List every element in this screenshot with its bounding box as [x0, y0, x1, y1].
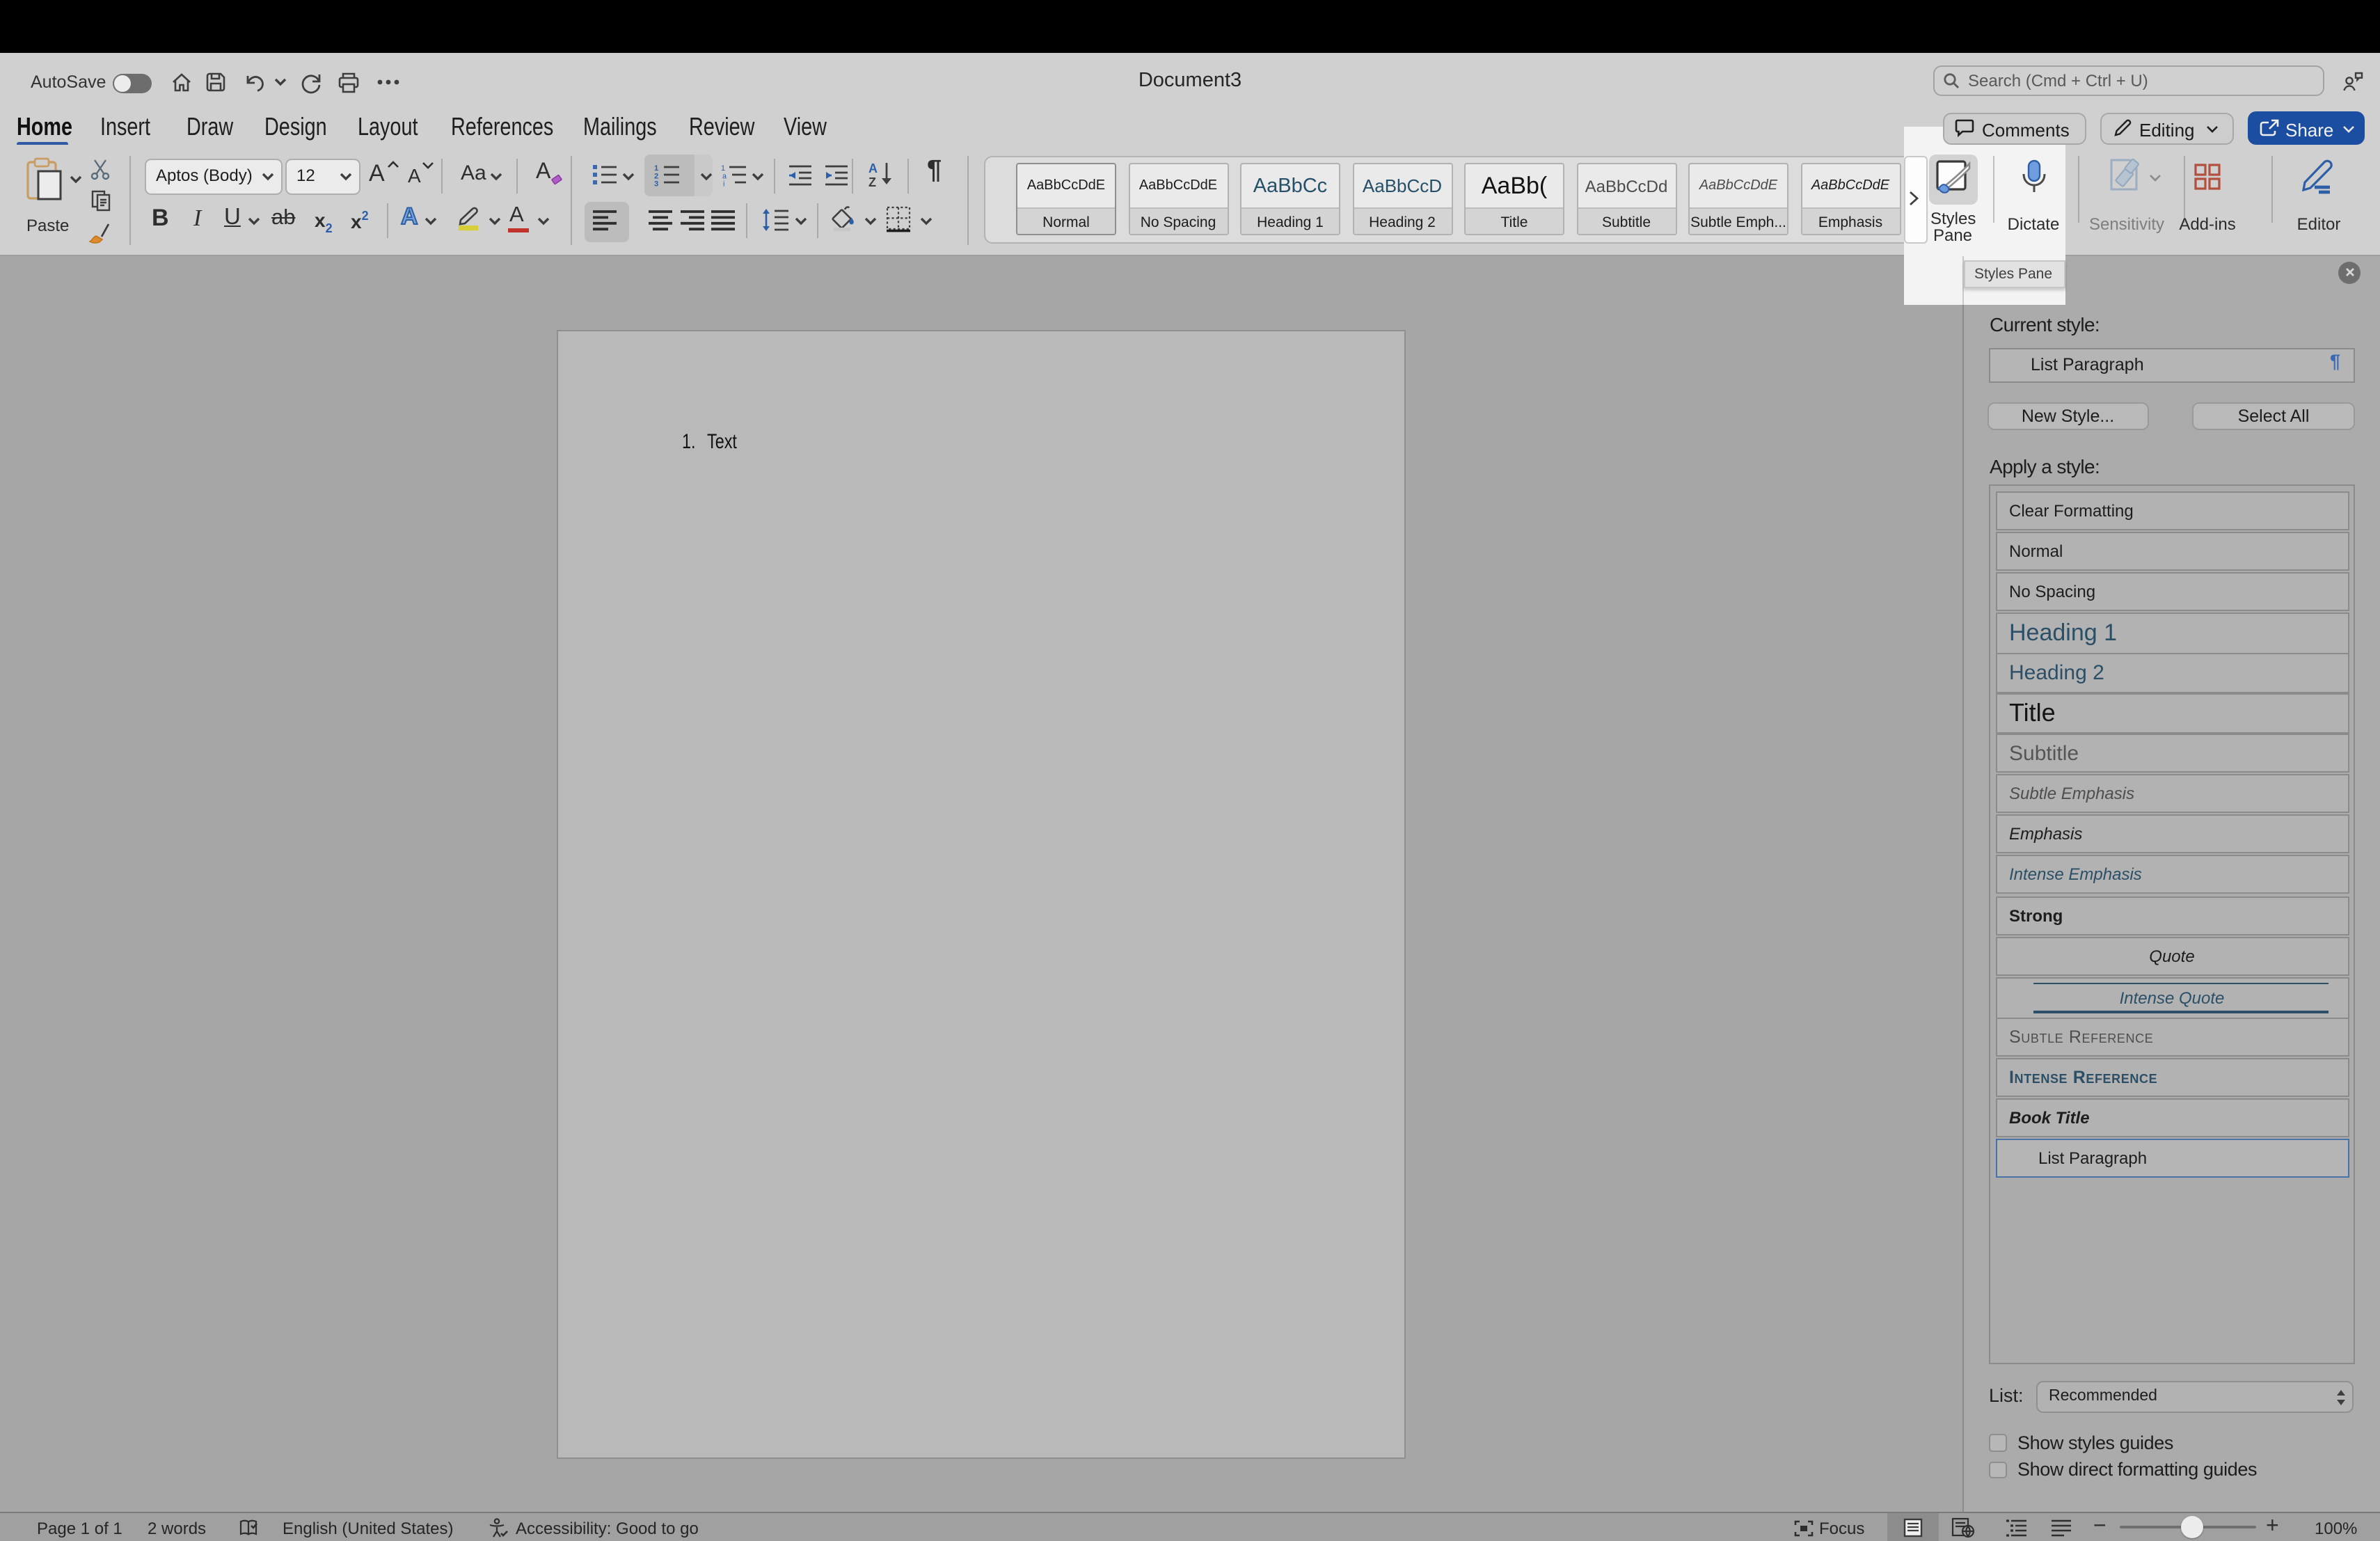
svg-text:i: i [723, 180, 724, 187]
svg-text:a: a [722, 172, 727, 180]
svg-text:A: A [868, 161, 878, 175]
svg-text:2: 2 [654, 172, 658, 180]
svg-text:Z: Z [868, 175, 876, 188]
svg-text:3: 3 [654, 180, 658, 187]
